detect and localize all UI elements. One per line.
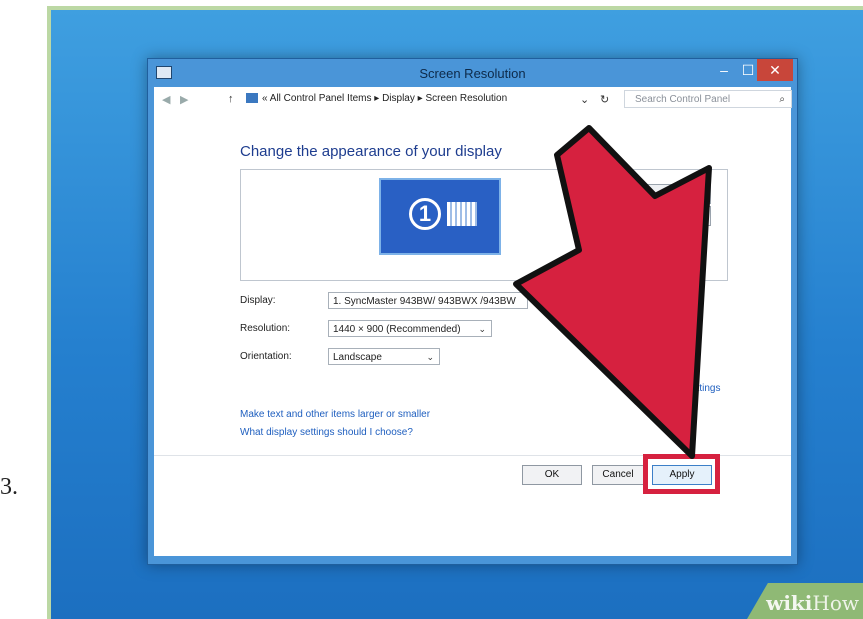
red-arrow-icon (513, 125, 712, 459)
desktop-background: Screen Resolution – ☐ ✕ ◀ ▶ ↑ « All Cont… (51, 10, 863, 619)
watermark-text: wikiHow (766, 591, 859, 615)
watermark-how: How (812, 591, 859, 615)
screenshot-frame: Screen Resolution – ☐ ✕ ◀ ▶ ↑ « All Cont… (47, 6, 863, 619)
step-number: 3. (0, 474, 18, 500)
watermark-wiki: wiki (766, 591, 813, 615)
